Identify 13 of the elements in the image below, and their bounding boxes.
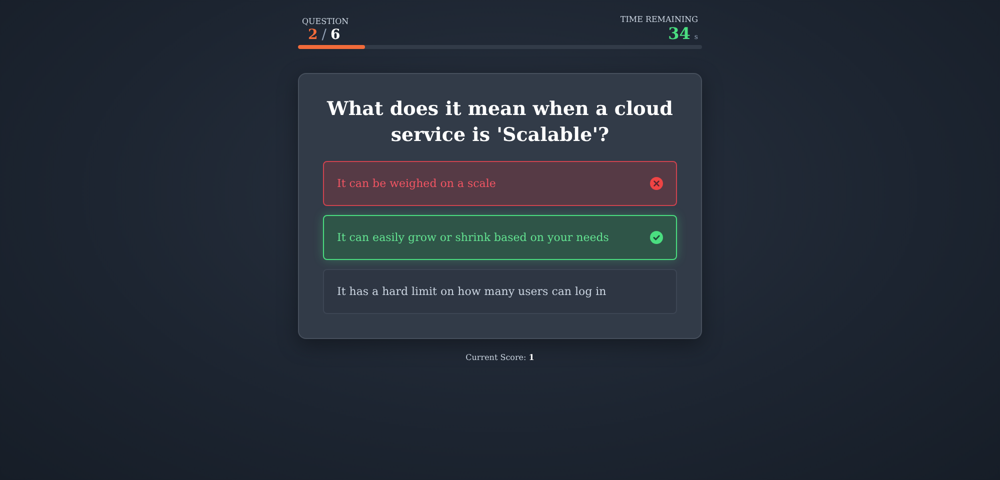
- total-questions: 6: [330, 27, 340, 43]
- question-label: QUESTION: [302, 17, 349, 26]
- timer-label: TIME REMAINING: [620, 15, 698, 24]
- cross-icon: [650, 177, 663, 190]
- timer-value: 34: [668, 24, 690, 43]
- separator: /: [322, 27, 326, 43]
- answer-option[interactable]: It can easily grow or shrink based on your needs: [323, 215, 677, 260]
- current-score: Current Score: 1: [464, 352, 536, 362]
- current-question: 2: [308, 27, 318, 43]
- answer-option[interactable]: It can be weighed on a scale: [323, 161, 677, 206]
- question-text: What does it mean when a cloud service is 'Scalable'?: [326, 97, 674, 148]
- answer-option[interactable]: It has a hard limit on how many users can log in: [323, 269, 677, 314]
- check-icon: [650, 231, 663, 244]
